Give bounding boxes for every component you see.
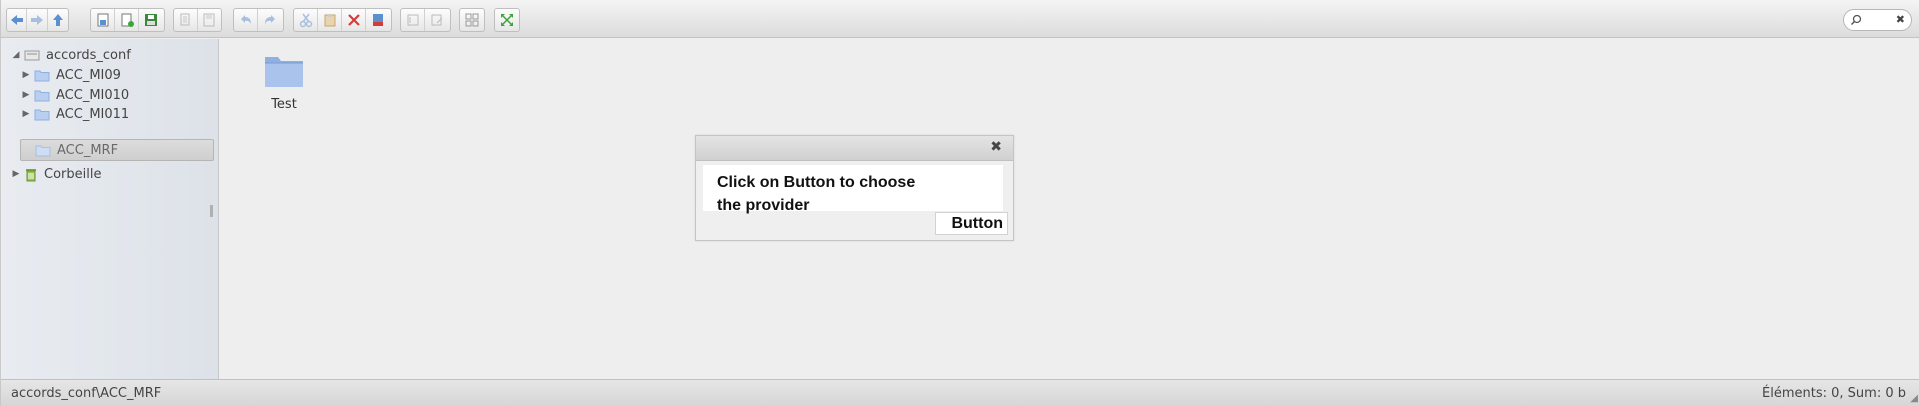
expand-arrow-icon[interactable]: ▶ xyxy=(20,90,32,100)
tree-item-acc-mrf[interactable]: ACC_MRF xyxy=(20,139,214,161)
provider-button[interactable]: Button xyxy=(935,212,1008,235)
folder-item-test[interactable]: Test xyxy=(256,51,312,112)
clear-search-icon[interactable]: ✖ xyxy=(1896,13,1905,26)
save-disabled-button[interactable] xyxy=(198,9,221,31)
file-manager-window: ✖ ◢ accords_conf ▶ ACC_MI09 ▶ ACC_MI010 xyxy=(0,0,1919,406)
dialog-message-area: Click on Button to choose the provider xyxy=(703,165,1003,214)
tree-item-label: ACC_MRF xyxy=(57,142,119,158)
folder-icon xyxy=(35,144,51,157)
expand-arrow-icon[interactable]: ▶ xyxy=(20,70,32,80)
open-button[interactable] xyxy=(91,9,115,31)
save-disabled-icon xyxy=(203,13,215,27)
rename-icon xyxy=(373,14,383,26)
cut-button[interactable] xyxy=(294,9,318,31)
view-group xyxy=(459,8,485,32)
resize-grip-icon[interactable]: ◢ xyxy=(1910,393,1918,404)
clipboard-disabled-group xyxy=(173,8,222,32)
open-icon xyxy=(97,13,108,27)
redo-button[interactable] xyxy=(258,9,282,31)
folder-label: Test xyxy=(271,97,297,112)
save-icon xyxy=(145,14,157,26)
sidebar-resize-handle[interactable] xyxy=(210,205,213,217)
search-input[interactable]: ✖ xyxy=(1843,9,1912,31)
provider-dialog: ✖ Click on Button to choose the provider… xyxy=(695,135,1014,241)
tree-item-corbeille[interactable]: ▶ Corbeille xyxy=(10,163,102,185)
fullscreen-button[interactable] xyxy=(495,9,519,31)
tree-item-label: ACC_MI09 xyxy=(56,67,121,83)
navigation-group xyxy=(6,8,69,32)
forward-icon xyxy=(31,15,44,25)
up-button[interactable] xyxy=(48,9,68,31)
tree-item-label: ACC_MI010 xyxy=(56,87,130,103)
undo-button[interactable] xyxy=(234,9,258,31)
paste-button[interactable] xyxy=(318,9,342,31)
folder-icon xyxy=(34,108,50,121)
info-group xyxy=(400,8,451,32)
paste-icon xyxy=(324,14,335,27)
file-group xyxy=(90,8,165,32)
back-icon xyxy=(10,15,23,25)
rename-button[interactable] xyxy=(366,9,390,31)
toolbar: ✖ xyxy=(1,0,1919,38)
fullscreen-icon xyxy=(501,14,513,26)
folder-icon xyxy=(34,69,50,82)
tree-root-accords-conf[interactable]: ◢ accords_conf xyxy=(10,44,131,66)
expand-arrow-icon[interactable]: ▶ xyxy=(10,169,22,179)
view-icons-icon xyxy=(465,13,479,27)
folder-icon xyxy=(265,57,303,87)
dialog-titlebar[interactable]: ✖ xyxy=(696,136,1013,161)
redo-icon xyxy=(265,15,275,24)
status-bar: accords_conf\ACC_MRF Éléments: 0, Sum: 0… xyxy=(1,379,1919,406)
info-icon xyxy=(407,14,418,26)
history-group xyxy=(233,8,284,32)
folder-tree-sidebar: ◢ accords_conf ▶ ACC_MI09 ▶ ACC_MI010 ▶ xyxy=(2,39,219,379)
status-info: Éléments: 0, Sum: 0 b xyxy=(1762,386,1906,401)
up-icon xyxy=(52,14,63,26)
delete-icon xyxy=(347,14,360,26)
tree-item-label: accords_conf xyxy=(46,47,131,63)
delete-button[interactable] xyxy=(342,9,366,31)
edit-button[interactable] xyxy=(425,9,449,31)
undo-icon xyxy=(240,15,251,24)
drive-icon xyxy=(24,48,40,62)
file-view: Test xyxy=(220,39,1919,379)
dialog-message: Click on Button to choose the provider xyxy=(717,174,916,214)
cut-icon xyxy=(299,13,312,28)
copy-disabled-icon xyxy=(180,13,190,26)
status-path: accords_conf\ACC_MRF xyxy=(11,386,162,401)
new-file-icon xyxy=(121,13,134,27)
forward-button[interactable] xyxy=(27,9,48,31)
info-button[interactable] xyxy=(401,9,425,31)
save-button[interactable] xyxy=(139,9,163,31)
fullscreen-group xyxy=(494,8,520,32)
search-icon xyxy=(1850,14,1862,26)
close-icon[interactable]: ✖ xyxy=(990,140,1002,154)
tree-item-label: Corbeille xyxy=(44,166,102,182)
tree-item-label: ACC_MI011 xyxy=(56,106,130,122)
trash-icon xyxy=(24,167,38,182)
view-icons-button[interactable] xyxy=(460,9,484,31)
edit-group xyxy=(293,8,392,32)
back-button[interactable] xyxy=(7,9,28,31)
collapse-arrow-icon[interactable]: ◢ xyxy=(10,50,22,60)
folder-icon xyxy=(34,89,50,102)
expand-arrow-icon[interactable]: ▶ xyxy=(20,109,32,119)
edit-icon xyxy=(431,14,443,26)
tree-item-acc-mi09[interactable]: ▶ ACC_MI09 xyxy=(20,64,121,86)
new-file-button[interactable] xyxy=(115,9,139,31)
tree-item-acc-mi011[interactable]: ▶ ACC_MI011 xyxy=(20,103,130,125)
copy-button[interactable] xyxy=(174,9,198,31)
